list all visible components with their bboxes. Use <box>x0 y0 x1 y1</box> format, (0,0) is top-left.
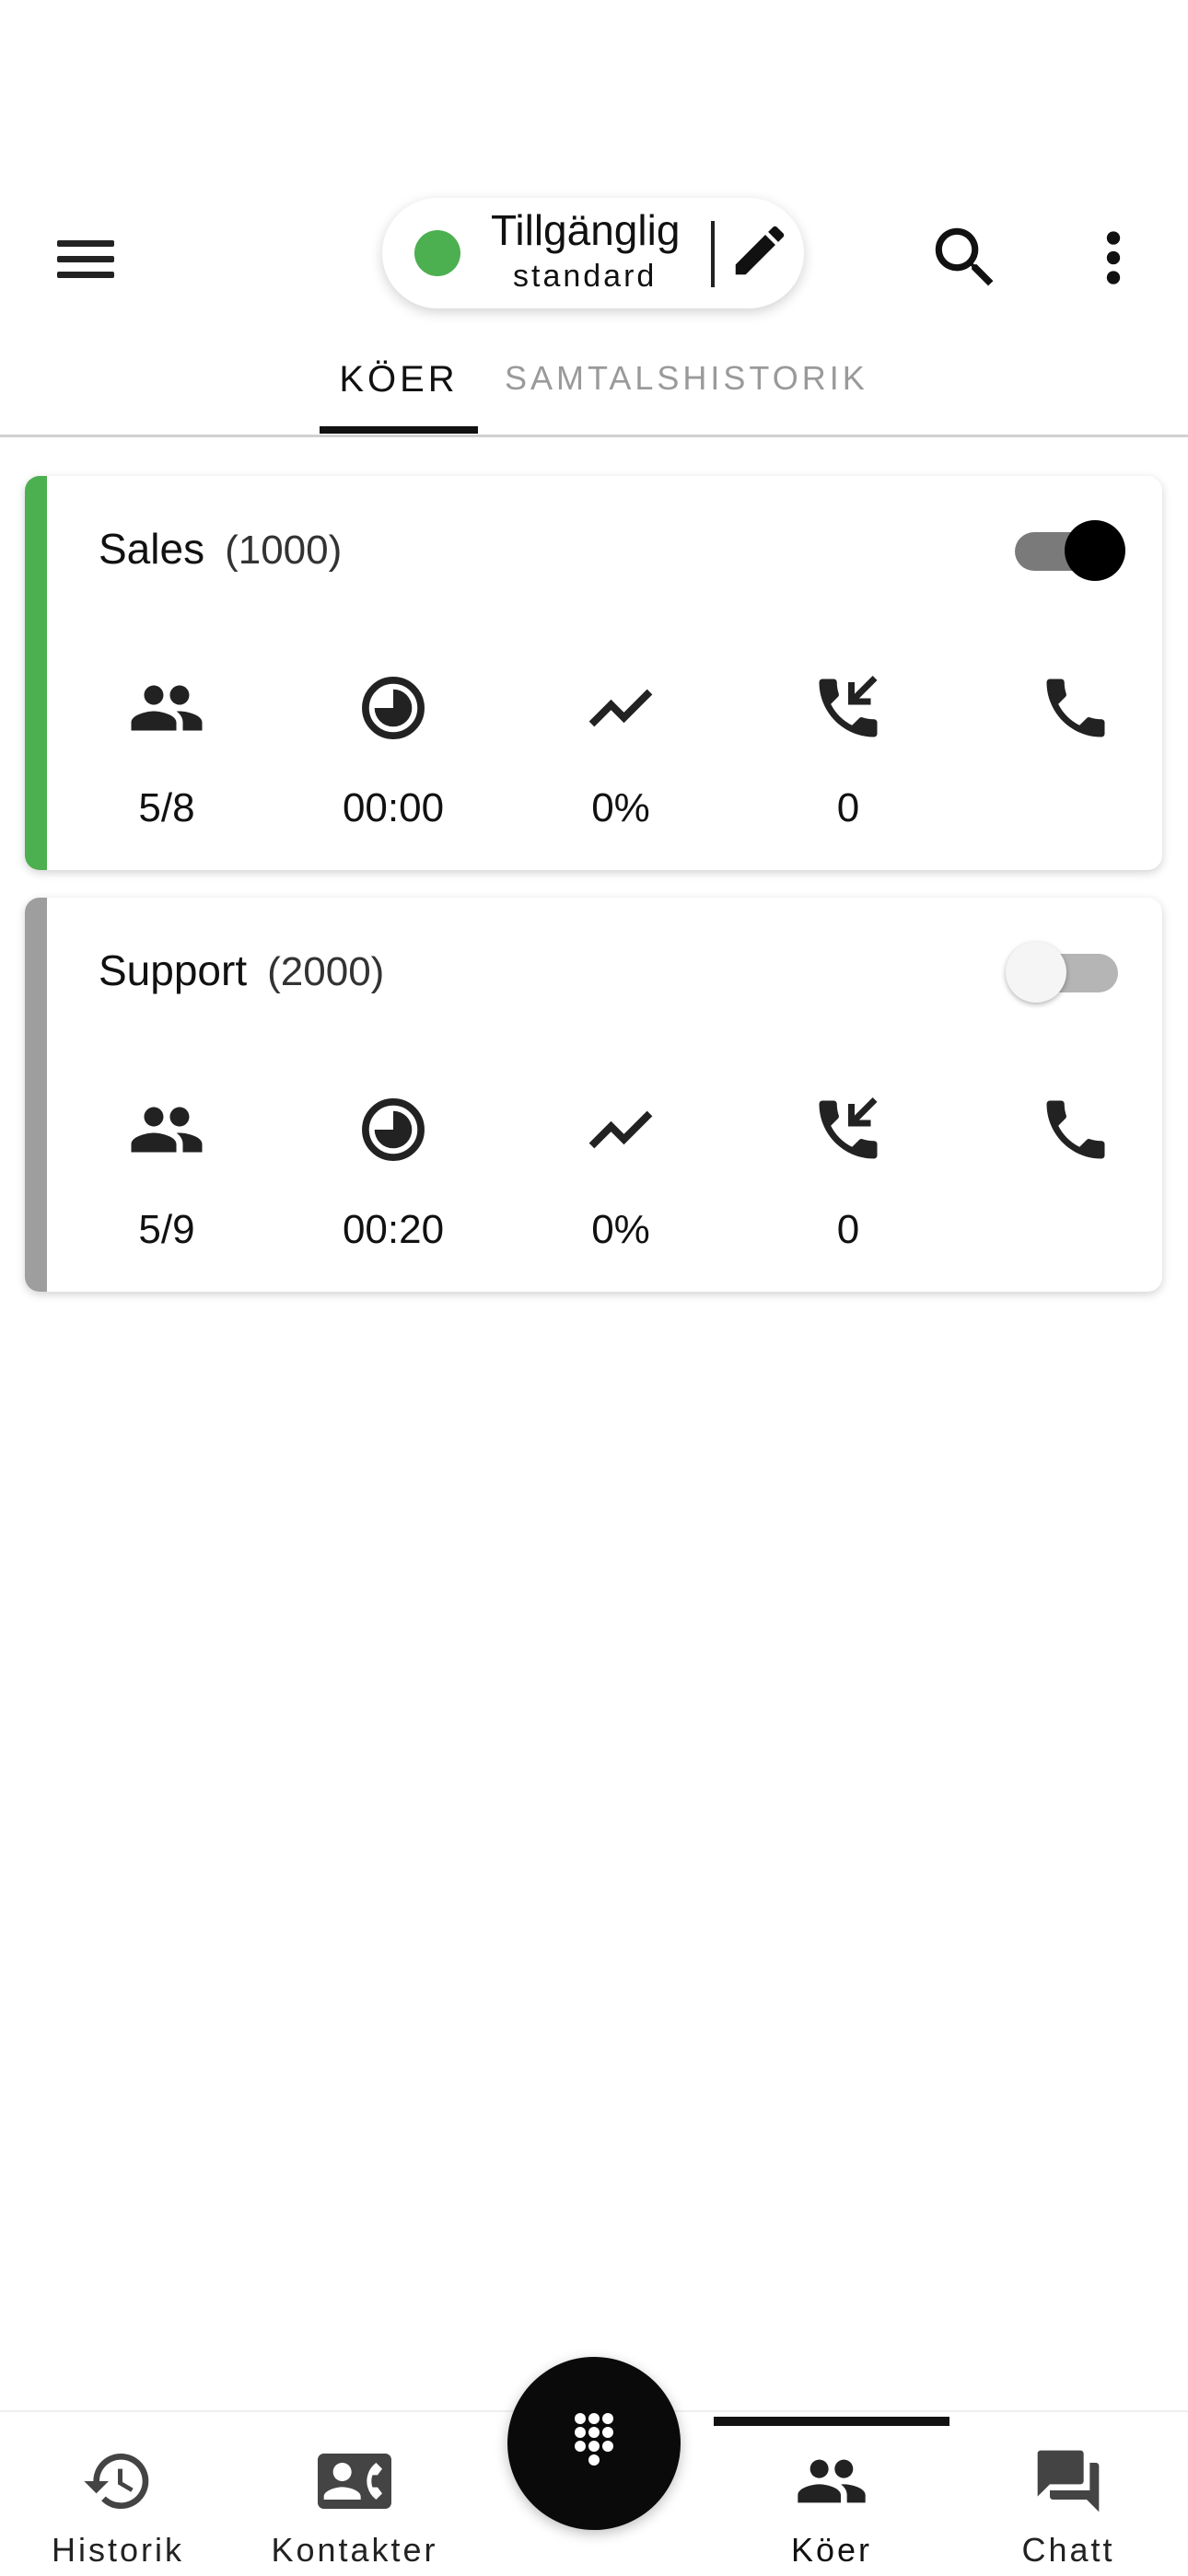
queue-stats: 5/8 00:00 0% 0 <box>25 669 1162 853</box>
tab-bar: KÖER SAMTALSHISTORIK <box>0 350 1188 437</box>
search-button[interactable] <box>926 218 1005 297</box>
edit-icon <box>735 226 785 275</box>
nav-label-queues: Köer <box>790 2531 873 2569</box>
more-options-button[interactable] <box>1091 218 1136 297</box>
queue-toggle[interactable] <box>1006 942 1125 1003</box>
queue-name: Support <box>99 946 248 994</box>
trending-icon <box>588 1110 653 1149</box>
top-app-bar: Tillgänglig standard <box>0 198 1188 308</box>
trending-icon <box>588 689 653 727</box>
status-subtitle: standard <box>513 259 658 294</box>
incoming-value: 0 <box>836 785 860 830</box>
search-icon <box>935 227 994 286</box>
stat-agents: 5/8 <box>93 669 240 833</box>
incoming-value: 0 <box>836 1207 860 1252</box>
contact-phone-icon <box>318 2454 391 2509</box>
chat-icon <box>1037 2450 1100 2512</box>
stat-rate: 0% <box>547 1091 694 1255</box>
tab-indicator <box>320 426 478 434</box>
agents-value: 5/8 <box>138 785 195 830</box>
phone-incoming-icon <box>819 676 878 737</box>
stat-agents: 5/9 <box>93 1091 240 1255</box>
edit-status-button[interactable] <box>728 218 792 283</box>
queue-toggle[interactable] <box>1006 520 1125 581</box>
nav-label-contacts: Kontakter <box>271 2531 438 2569</box>
dialpad-icon <box>575 2413 613 2466</box>
tab-queues[interactable]: KÖER <box>320 359 478 400</box>
more-vert-icon <box>1106 231 1121 284</box>
toggle-knob <box>1065 520 1125 581</box>
rate-value: 0% <box>591 785 650 830</box>
timer-pie-icon <box>362 1098 425 1161</box>
nav-label-chat: Chatt <box>1021 2531 1115 2569</box>
queue-stats: 5/9 00:20 0% 0 <box>25 1091 1162 1275</box>
dialpad-button[interactable] <box>507 2357 681 2530</box>
stat-wait-time: 00:00 <box>320 669 467 833</box>
people-icon <box>131 685 203 731</box>
stat-incoming: 0 <box>775 669 922 833</box>
nav-item-contacts[interactable]: Kontakter <box>244 2444 465 2570</box>
phone-icon <box>1046 1100 1105 1159</box>
wait-time-value: 00:20 <box>342 1207 445 1252</box>
status-indicator <box>414 230 460 276</box>
nav-label-history: Historik <box>51 2531 184 2569</box>
agents-value: 5/9 <box>138 1207 195 1252</box>
queue-title: Support (2000) <box>99 946 384 995</box>
queue-title: Sales (1000) <box>99 524 342 574</box>
rate-value: 0% <box>591 1207 650 1252</box>
nav-item-chat[interactable]: Chatt <box>958 2444 1179 2570</box>
stat-call <box>1002 1091 1149 1168</box>
status-selector[interactable]: Tillgänglig standard <box>382 198 804 308</box>
stat-call <box>1002 669 1149 747</box>
status-divider <box>711 221 715 287</box>
people-icon <box>798 2459 866 2503</box>
status-title: Tillgänglig <box>491 206 681 254</box>
nav-active-indicator <box>714 2417 949 2426</box>
queue-name: Sales <box>99 525 205 573</box>
queue-card-support[interactable]: Support (2000) 5/9 00:20 0% 0 <box>25 898 1162 1292</box>
stat-wait-time: 00:20 <box>320 1091 467 1255</box>
queue-extension: (1000) <box>225 528 343 573</box>
phone-incoming-icon <box>819 1097 878 1159</box>
wait-time-value: 00:00 <box>342 785 445 830</box>
stat-rate: 0% <box>547 669 694 833</box>
nav-item-history[interactable]: Historik <box>7 2444 228 2570</box>
phone-icon <box>1046 679 1105 737</box>
toggle-knob <box>1006 942 1066 1003</box>
history-icon <box>84 2454 149 2509</box>
people-icon <box>131 1107 203 1153</box>
menu-button[interactable] <box>46 226 129 290</box>
queue-extension: (2000) <box>267 949 385 994</box>
queue-card-sales[interactable]: Sales (1000) 5/8 00:00 0% 0 <box>25 476 1162 870</box>
nav-item-queues[interactable]: Köer <box>721 2444 942 2570</box>
stat-incoming: 0 <box>775 1091 922 1255</box>
timer-pie-icon <box>362 677 425 739</box>
tab-call-history[interactable]: SAMTALSHISTORIK <box>505 359 868 398</box>
